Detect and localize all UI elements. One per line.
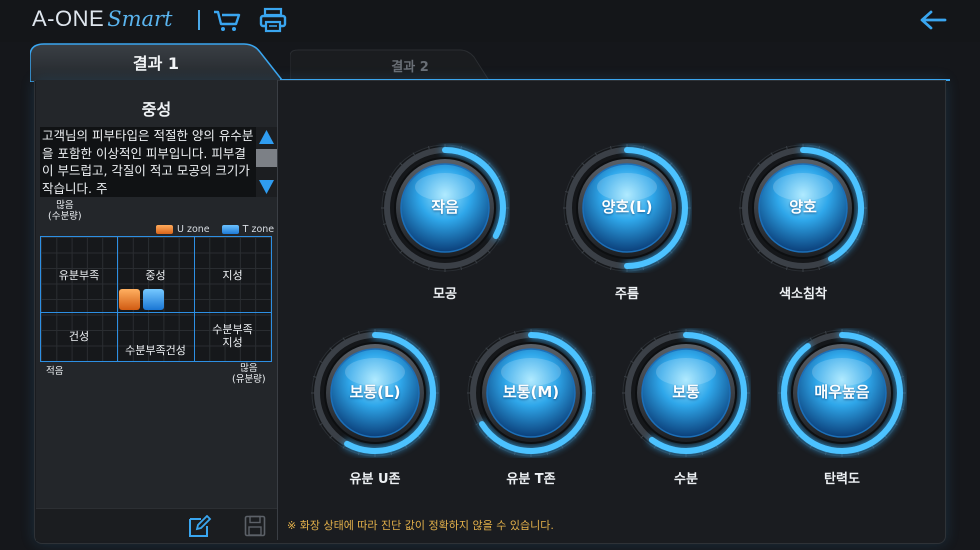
- cell-oil-deficient: 유분부족: [58, 269, 100, 282]
- result-dial[interactable]: 양호 색소침착: [738, 143, 868, 302]
- u-zone-swatch: [156, 225, 173, 234]
- cell-dehydrated-oily: 수분부족 지성: [212, 323, 253, 349]
- u-zone-label: U zone: [177, 224, 210, 235]
- description-text: 고객님의 피부타입은 적절한 양의 유수분을 포함한 이상적인 피부입니다. 피…: [42, 128, 254, 196]
- x-axis-right-label: 많음 (유분량): [232, 363, 266, 385]
- scroll-down-icon[interactable]: [258, 177, 275, 197]
- dial-label: 유분 T존: [506, 472, 556, 487]
- cart-icon[interactable]: [212, 8, 242, 32]
- printer-icon[interactable]: [258, 7, 288, 33]
- t-zone-swatch: [221, 225, 239, 234]
- result-dial[interactable]: 양호(L) 주름: [562, 143, 692, 302]
- top-bar: A-ONE Smart: [0, 0, 980, 42]
- matrix-legend: U zone T zone: [156, 224, 274, 235]
- y-axis-top-label: 많음 (수분량): [48, 200, 82, 222]
- result-dial[interactable]: 매우높음 탄력도: [777, 328, 907, 487]
- logo-divider: [198, 10, 200, 30]
- result-dial[interactable]: 작음 모공: [380, 143, 510, 302]
- dial-label: 유분 U존: [349, 472, 401, 487]
- logo-main-text: A-ONE: [32, 6, 105, 31]
- scroll-thumb[interactable]: [256, 149, 277, 167]
- logo-smart-text: Smart: [107, 7, 173, 31]
- skin-type-matrix: 유분부족 중성 지성 건성 수분부족건성 수분부족 지성: [40, 236, 272, 362]
- dial-label: 주름: [615, 287, 639, 302]
- skin-type-title: 중성: [141, 100, 172, 119]
- dial-value: 보통(M): [502, 383, 560, 401]
- result-dial[interactable]: 보통 수분: [621, 328, 751, 487]
- description-scrollbar[interactable]: [256, 127, 277, 197]
- dial-value: 매우높음: [814, 383, 870, 401]
- dial-value: 보통(L): [349, 383, 401, 401]
- scroll-up-icon[interactable]: [258, 127, 275, 147]
- cell-dry: 건성: [68, 330, 90, 343]
- dial-label: 모공: [433, 287, 457, 302]
- grid-divider-v1: [117, 237, 118, 361]
- dial-label: 수분: [674, 472, 698, 487]
- dial-label: 색소침착: [779, 287, 827, 302]
- tab-result-1[interactable]: 결과 1: [100, 50, 212, 74]
- t-zone-label: T zone: [242, 224, 275, 235]
- skin-type-description: 고객님의 피부타입은 적절한 양의 유수분을 포함한 이상적인 피부입니다. 피…: [40, 127, 256, 197]
- dial-value: 양호(L): [601, 198, 653, 216]
- disclaimer-text: ※ 화장 상태에 따라 진단 값이 정확하지 않을 수 있습니다.: [287, 519, 554, 532]
- cell-dehydrated-dry: 수분부족건성: [125, 344, 186, 357]
- left-panel-footer: [36, 508, 277, 541]
- result-dial[interactable]: 보통(L) 유분 U존: [310, 328, 440, 487]
- x-axis-left-label: 적음: [46, 366, 64, 377]
- cell-neutral: 중성: [145, 269, 166, 282]
- dial-value: 보통: [672, 383, 700, 401]
- cell-oily: 지성: [222, 269, 243, 282]
- dial-label: 탄력도: [824, 472, 860, 487]
- u-zone-marker: [119, 289, 140, 310]
- dial-value: 작음: [431, 198, 459, 216]
- tab-result-2[interactable]: 결과 2: [360, 56, 460, 75]
- dial-value: 양호: [789, 198, 817, 216]
- t-zone-marker: [143, 289, 164, 310]
- app-logo: A-ONE Smart: [32, 6, 172, 34]
- skin-type-panel: 중성 고객님의 피부타입은 적절한 양의 유수분을 포함한 이상적인 피부입니다…: [36, 80, 278, 541]
- save-icon[interactable]: [244, 515, 266, 537]
- result-dial[interactable]: 보통(M) 유분 T존: [466, 328, 596, 487]
- back-arrow-icon[interactable]: [918, 8, 948, 32]
- grid-divider-h: [41, 312, 271, 313]
- edit-icon[interactable]: [188, 515, 212, 537]
- result-tabs: 결과 1 결과 2: [30, 42, 950, 82]
